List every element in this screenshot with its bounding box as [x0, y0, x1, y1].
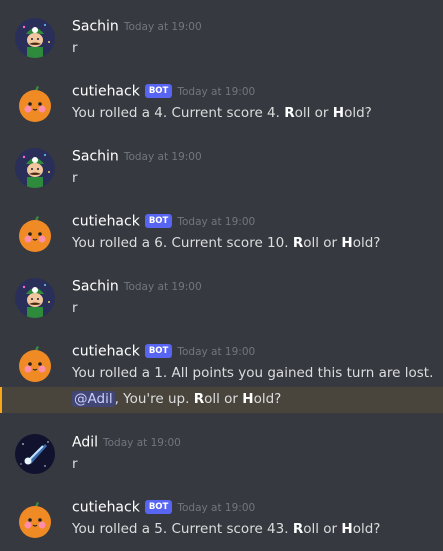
bold-letter: H [341, 235, 353, 251]
cutiehack-avatar[interactable] [15, 84, 55, 124]
author-name[interactable]: cutiehack [72, 84, 140, 100]
message-content: You rolled a 4. Current score 4. Roll or… [72, 103, 372, 123]
sachin-avatar[interactable] [15, 18, 55, 58]
orange-face-avatar-icon [15, 84, 55, 124]
message-text: You rolled a 5. Current score 43. [72, 521, 293, 537]
timestamp: Today at 19:00 [177, 215, 256, 228]
orange-face-avatar-icon [15, 214, 55, 254]
message-text: You rolled a 6. Current score 10. [72, 235, 293, 251]
message-content: @Adil, You're up. Roll or Hold? [72, 389, 281, 409]
bot-badge: BOT [144, 499, 173, 514]
message-text: oll or [303, 235, 342, 251]
bot-badge: BOT [144, 83, 173, 98]
timestamp: Today at 19:00 [123, 20, 202, 33]
message-text: old? [352, 521, 381, 537]
comet-avatar-icon [15, 434, 55, 474]
message-text: You rolled a 4. Current score 4. [72, 105, 285, 121]
author-name[interactable]: Sachin [72, 149, 119, 165]
bold-letter: R [193, 391, 205, 407]
message-content: r [72, 456, 78, 472]
message-content: r [72, 170, 78, 186]
timestamp: Today at 19:00 [177, 345, 256, 358]
sachin-avatar[interactable] [15, 148, 55, 188]
orange-face-avatar-icon [15, 344, 55, 384]
bold-letter: H [341, 521, 353, 537]
author-name[interactable]: Sachin [72, 279, 119, 295]
message-text: oll or [303, 521, 342, 537]
message-content: r [72, 40, 78, 56]
bold-letter: R [292, 521, 304, 537]
adil-avatar[interactable] [15, 434, 55, 474]
bot-badge: BOT [144, 343, 173, 358]
bold-letter: H [242, 391, 254, 407]
author-name[interactable]: Adil [72, 435, 98, 451]
message-text: oll or [204, 391, 243, 407]
orange-face-avatar-icon [15, 500, 55, 540]
timestamp: Today at 19:00 [103, 436, 181, 449]
author-name[interactable]: cutiehack [72, 500, 140, 516]
message-content: You rolled a 6. Current score 10. Roll o… [72, 233, 380, 253]
message-text: , You're up. [114, 391, 194, 407]
luigi-avatar-icon [15, 18, 55, 58]
cutiehack-avatar[interactable] [15, 500, 55, 540]
timestamp: Today at 19:00 [177, 85, 256, 98]
cutiehack-avatar[interactable] [15, 214, 55, 254]
message-content: You rolled a 5. Current score 43. Roll o… [72, 519, 380, 539]
message-content: r [72, 300, 78, 316]
bold-letter: R [292, 235, 304, 251]
luigi-avatar-icon [15, 278, 55, 318]
message-text: oll or [294, 105, 333, 121]
sachin-avatar[interactable] [15, 278, 55, 318]
author-name[interactable]: cutiehack [72, 344, 140, 360]
bold-letter: H [332, 105, 345, 121]
timestamp: Today at 19:00 [123, 150, 202, 163]
bold-letter: R [284, 105, 295, 121]
timestamp: Today at 19:00 [177, 501, 256, 514]
author-name[interactable]: cutiehack [72, 214, 140, 230]
cutiehack-avatar[interactable] [15, 344, 55, 384]
user-mention[interactable]: @Adil [72, 391, 115, 407]
message-text: old? [344, 105, 372, 121]
message-content: You rolled a 1. All points you gained th… [72, 365, 434, 381]
author-name[interactable]: Sachin [72, 19, 119, 35]
timestamp: Today at 19:00 [123, 280, 202, 293]
luigi-avatar-icon [15, 148, 55, 188]
message-text: old? [352, 235, 381, 251]
bot-badge: BOT [144, 213, 173, 228]
message-text: old? [253, 391, 282, 407]
